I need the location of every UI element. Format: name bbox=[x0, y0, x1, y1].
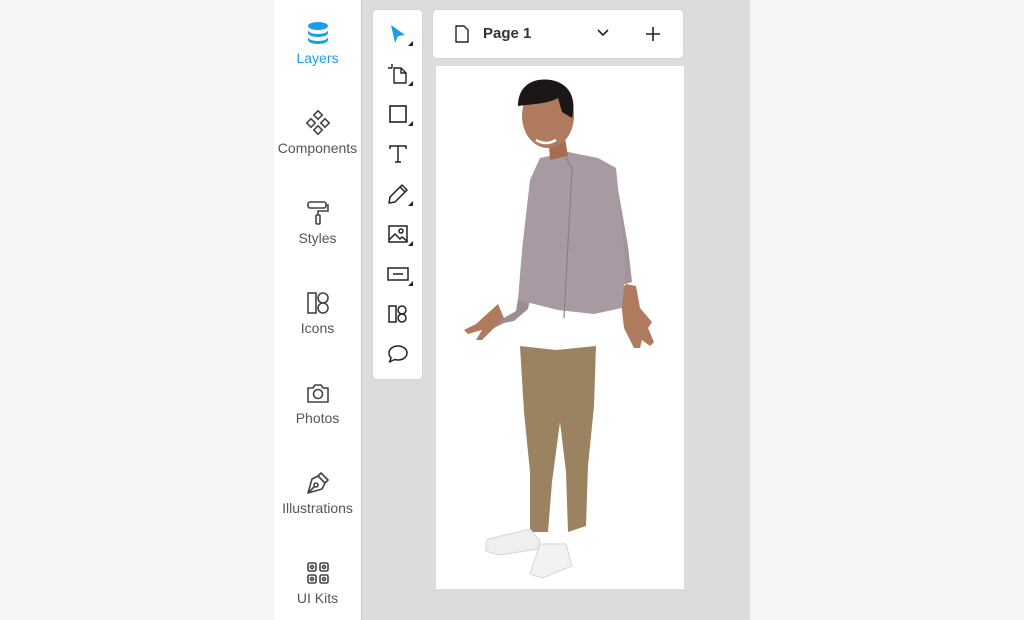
grid-kit-icon bbox=[306, 562, 329, 584]
image-icon bbox=[387, 225, 408, 243]
sidebar-item-photos[interactable]: Photos bbox=[274, 380, 361, 440]
camera-icon bbox=[306, 384, 329, 403]
sidebar-item-label: Components bbox=[277, 140, 358, 156]
paint-roller-icon bbox=[306, 201, 329, 225]
sidebar-item-label: Icons bbox=[300, 320, 335, 336]
tool-text[interactable] bbox=[373, 134, 422, 174]
layers-icon bbox=[307, 22, 328, 44]
left-sidebar: Layers Components Styles Icons Photos Il… bbox=[274, 0, 362, 620]
chevron-down-icon[interactable] bbox=[595, 25, 611, 41]
submenu-indicator bbox=[408, 201, 413, 206]
text-icon bbox=[388, 145, 407, 163]
sidebar-item-label: Styles bbox=[298, 230, 337, 246]
submenu-indicator bbox=[408, 241, 413, 246]
submenu-indicator bbox=[408, 81, 413, 86]
tool-rectangle[interactable] bbox=[373, 94, 422, 134]
select-arrow-icon bbox=[390, 25, 405, 43]
sidebar-item-label: Photos bbox=[295, 410, 340, 426]
tool-comment[interactable] bbox=[373, 334, 422, 374]
submenu-indicator bbox=[408, 41, 413, 46]
sidebar-item-styles[interactable]: Styles bbox=[274, 200, 361, 260]
page-document-icon bbox=[455, 25, 469, 43]
tool-image[interactable] bbox=[373, 214, 422, 254]
comment-icon bbox=[387, 345, 408, 363]
pen-nib-icon bbox=[306, 472, 329, 494]
design-app: Layers Components Styles Icons Photos Il… bbox=[274, 0, 750, 620]
rectangle-icon bbox=[388, 105, 407, 123]
tools-toolbar bbox=[373, 10, 422, 379]
sidebar-item-icons[interactable]: Icons bbox=[274, 290, 361, 350]
sidebar-item-layers[interactable]: Layers bbox=[274, 20, 361, 80]
sidebar-item-label: Layers bbox=[296, 50, 339, 66]
submenu-indicator bbox=[408, 121, 413, 126]
sidebar-item-illustrations[interactable]: Illustrations bbox=[274, 470, 361, 530]
sidebar-item-label: Illustrations bbox=[282, 500, 353, 516]
sidebar-item-components[interactable]: Components bbox=[274, 110, 361, 170]
button-shape-icon bbox=[386, 267, 409, 281]
page-selector[interactable]: Page 1 bbox=[433, 10, 683, 58]
sidebar-item-ui-kits[interactable]: UI Kits bbox=[274, 560, 361, 620]
frame-icon bbox=[387, 64, 407, 84]
tool-pencil[interactable] bbox=[373, 174, 422, 214]
page-name: Page 1 bbox=[483, 25, 532, 42]
icons-shapes-icon bbox=[306, 292, 329, 314]
design-canvas[interactable] bbox=[436, 66, 684, 589]
person-photo[interactable] bbox=[436, 66, 684, 589]
submenu-indicator bbox=[408, 281, 413, 286]
tool-button-shape[interactable] bbox=[373, 254, 422, 294]
sidebar-item-label: UI Kits bbox=[296, 590, 339, 606]
tool-select[interactable] bbox=[373, 14, 422, 54]
plus-icon[interactable] bbox=[643, 24, 663, 44]
icons-shapes-icon bbox=[387, 305, 407, 323]
tool-frame[interactable] bbox=[373, 54, 422, 94]
tool-icons[interactable] bbox=[373, 294, 422, 334]
components-icon bbox=[305, 110, 330, 136]
pencil-icon bbox=[387, 184, 408, 204]
